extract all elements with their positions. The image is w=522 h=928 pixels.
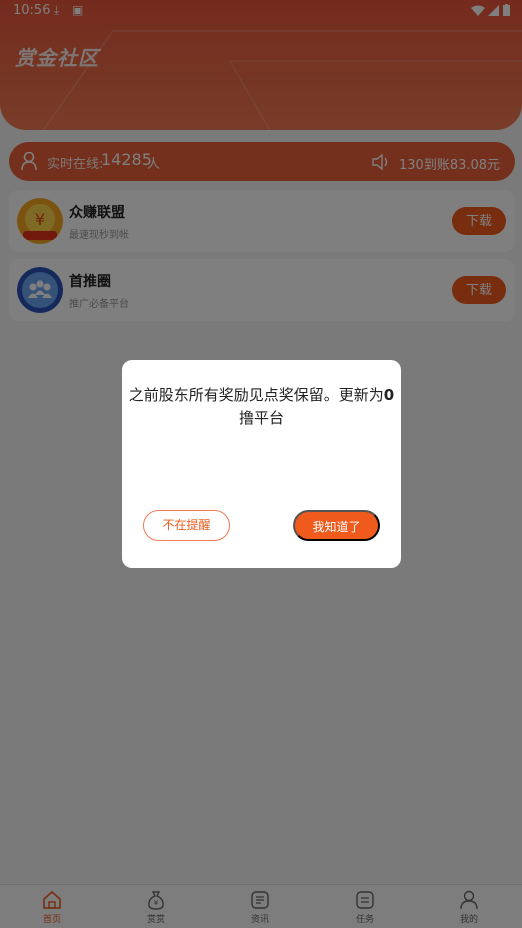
dialog-message-bold: 0 bbox=[383, 386, 395, 404]
dont-remind-button[interactable]: 不在提醒 bbox=[143, 510, 230, 541]
dialog-message-main: 之前股东所有奖励见点奖保留。更新为 bbox=[128, 386, 384, 404]
dialog-message: 之前股东所有奖励见点奖保留。更新为0 撸平台 bbox=[122, 384, 401, 430]
got-it-button[interactable]: 我知道了 bbox=[293, 510, 380, 541]
dialog-message-tail: 撸平台 bbox=[238, 409, 284, 427]
notice-dialog: 之前股东所有奖励见点奖保留。更新为0 撸平台 不在提醒 我知道了 bbox=[122, 360, 401, 568]
